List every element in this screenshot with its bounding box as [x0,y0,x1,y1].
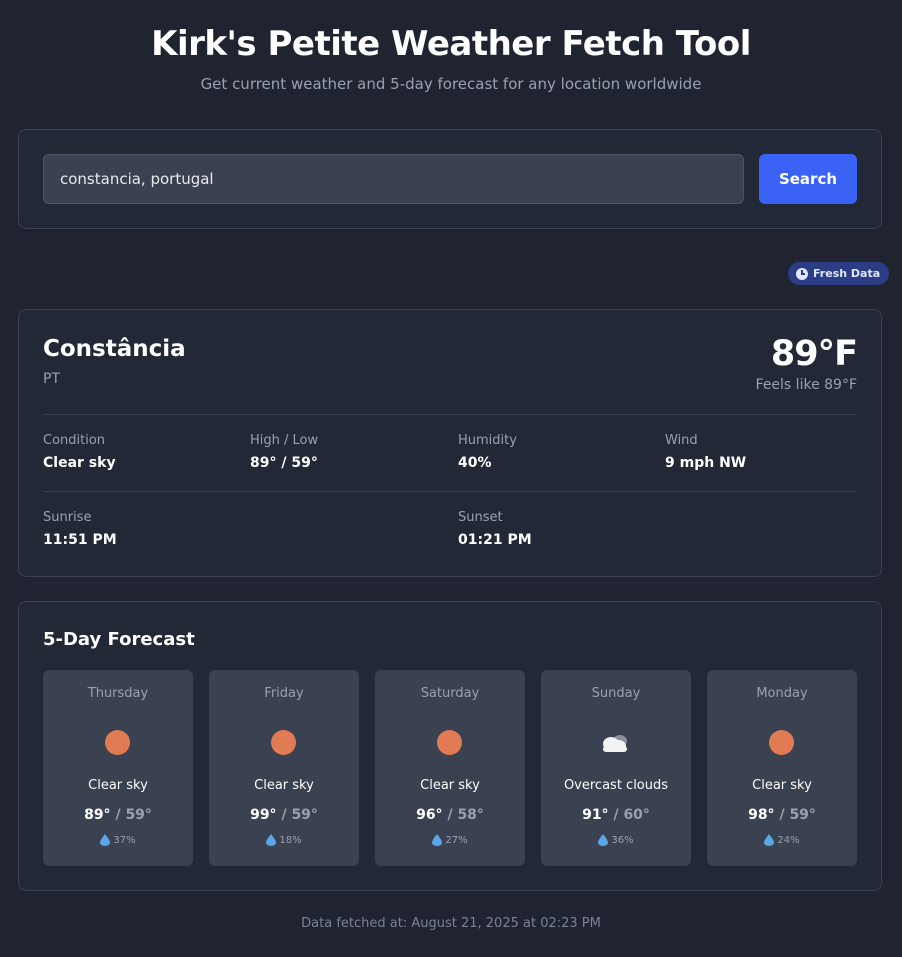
precip-value: 27% [445,834,468,846]
divider [43,414,857,415]
day-low: 60° [623,807,650,823]
droplet-icon [432,834,443,846]
clock-icon [796,267,808,280]
day-high: 89° [84,807,111,823]
day-condition: Overcast clouds [563,778,669,793]
cloud-icon [603,735,627,752]
page-title: Kirk's Petite Weather Fetch Tool [151,24,751,64]
country-code: PT [43,371,60,387]
search-panel: Search [18,129,882,229]
day-name: Monday [756,686,808,701]
forecast-day-card: Monday Clear sky 98° / 59° 24% [707,670,857,866]
highlow-value: 89° / 59° [250,455,318,471]
day-high: 96° [416,807,443,823]
search-button[interactable]: Search [759,154,857,204]
wind-value: 9 mph NW [665,455,747,471]
precip-value: 24% [777,834,800,846]
sunset-value: 01:21 PM [458,532,532,548]
sun-icon [769,730,794,755]
temp-separator: / [613,807,619,823]
day-condition: Clear sky [88,778,148,793]
temp-separator: / [779,807,785,823]
day-precipitation: 18% [209,834,359,846]
city-name: Constância [43,336,186,362]
precip-value: 36% [611,834,634,846]
day-low: 59° [125,807,152,823]
day-low: 59° [789,807,816,823]
day-low: 59° [291,807,318,823]
droplet-icon [266,834,277,846]
droplet-icon [598,834,609,846]
forecast-title: 5-Day Forecast [43,629,195,650]
temp-separator: / [115,807,121,823]
day-name: Friday [264,686,304,701]
fresh-data-label: Fresh Data [813,267,881,280]
divider [43,491,857,492]
day-low: 58° [457,807,484,823]
condition-label: Condition [43,433,106,448]
day-precipitation: 24% [707,834,857,846]
day-precipitation: 27% [375,834,525,846]
temp-separator: / [281,807,287,823]
search-input[interactable] [43,154,744,204]
fetch-timestamp: Data fetched at: August 21, 2025 at 02:2… [301,916,601,931]
sun-icon [437,730,462,755]
current-weather-panel: Constância PT 89°F Feels like 89°F Condi… [18,309,882,577]
droplet-icon [764,834,775,846]
day-name: Sunday [591,686,641,701]
sun-icon [105,730,130,755]
day-temps: 89° / 59° [43,807,193,823]
day-high: 99° [250,807,277,823]
humidity-label: Humidity [458,433,517,448]
temp-separator: / [447,807,453,823]
day-condition: Clear sky [254,778,314,793]
forecast-panel: 5-Day Forecast Thursday Clear sky 89° / … [18,601,882,891]
day-precipitation: 36% [541,834,691,846]
day-temps: 91° / 60° [541,807,691,823]
humidity-value: 40% [458,455,492,471]
feels-like: Feels like 89°F [755,377,857,393]
day-temps: 96° / 58° [375,807,525,823]
fresh-data-badge: Fresh Data [788,262,890,285]
sunrise-label: Sunrise [43,510,92,525]
forecast-day-card: Saturday Clear sky 96° / 58° 27% [375,670,525,866]
condition-value: Clear sky [43,455,116,471]
forecast-day-card: Sunday Overcast clouds 91° / 60° 36% [541,670,691,866]
droplet-icon [100,834,111,846]
forecast-day-card: Friday Clear sky 99° / 59° 18% [209,670,359,866]
day-temps: 98° / 59° [707,807,857,823]
day-condition: Clear sky [752,778,812,793]
precip-value: 37% [113,834,136,846]
day-high: 98° [748,807,775,823]
day-temps: 99° / 59° [209,807,359,823]
day-condition: Clear sky [420,778,480,793]
day-name: Thursday [87,686,149,701]
sun-icon [271,730,296,755]
forecast-day-card: Thursday Clear sky 89° / 59° 37% [43,670,193,866]
sunset-label: Sunset [458,510,503,525]
day-high: 91° [582,807,609,823]
precip-value: 18% [279,834,302,846]
day-precipitation: 37% [43,834,193,846]
page-subtitle: Get current weather and 5-day forecast f… [200,75,702,93]
day-name: Saturday [420,686,480,701]
current-temperature: 89°F [770,334,858,374]
sunrise-value: 11:51 PM [43,532,117,548]
highlow-label: High / Low [250,433,319,448]
wind-label: Wind [665,433,698,448]
